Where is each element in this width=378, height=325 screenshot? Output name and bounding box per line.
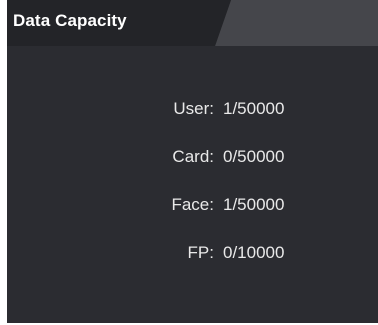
capacity-value: 1/50000 [223,195,285,214]
capacity-label: Face: [171,195,214,214]
capacity-label: Card: [172,147,214,166]
data-capacity-panel: Data Capacity User: 1/50000 Card: 0/5000… [7,0,378,323]
capacity-label: User: [173,99,214,118]
capacity-value: 0/10000 [223,243,285,262]
capacity-label: FP: [187,243,214,262]
capacity-row-card: Card: 0/50000 [7,143,378,191]
capacity-row-user: User: 1/50000 [7,95,378,143]
capacity-value: 0/50000 [223,147,285,166]
panel-header: Data Capacity [7,0,378,46]
panel-title: Data Capacity [13,11,127,30]
capacity-row-face: Face: 1/50000 [7,191,378,239]
capacity-value: 1/50000 [223,99,285,118]
header-strip [215,0,378,46]
capacity-list: User: 1/50000 Card: 0/50000 Face: 1/5000… [7,95,378,287]
capacity-row-fp: FP: 0/10000 [7,239,378,287]
